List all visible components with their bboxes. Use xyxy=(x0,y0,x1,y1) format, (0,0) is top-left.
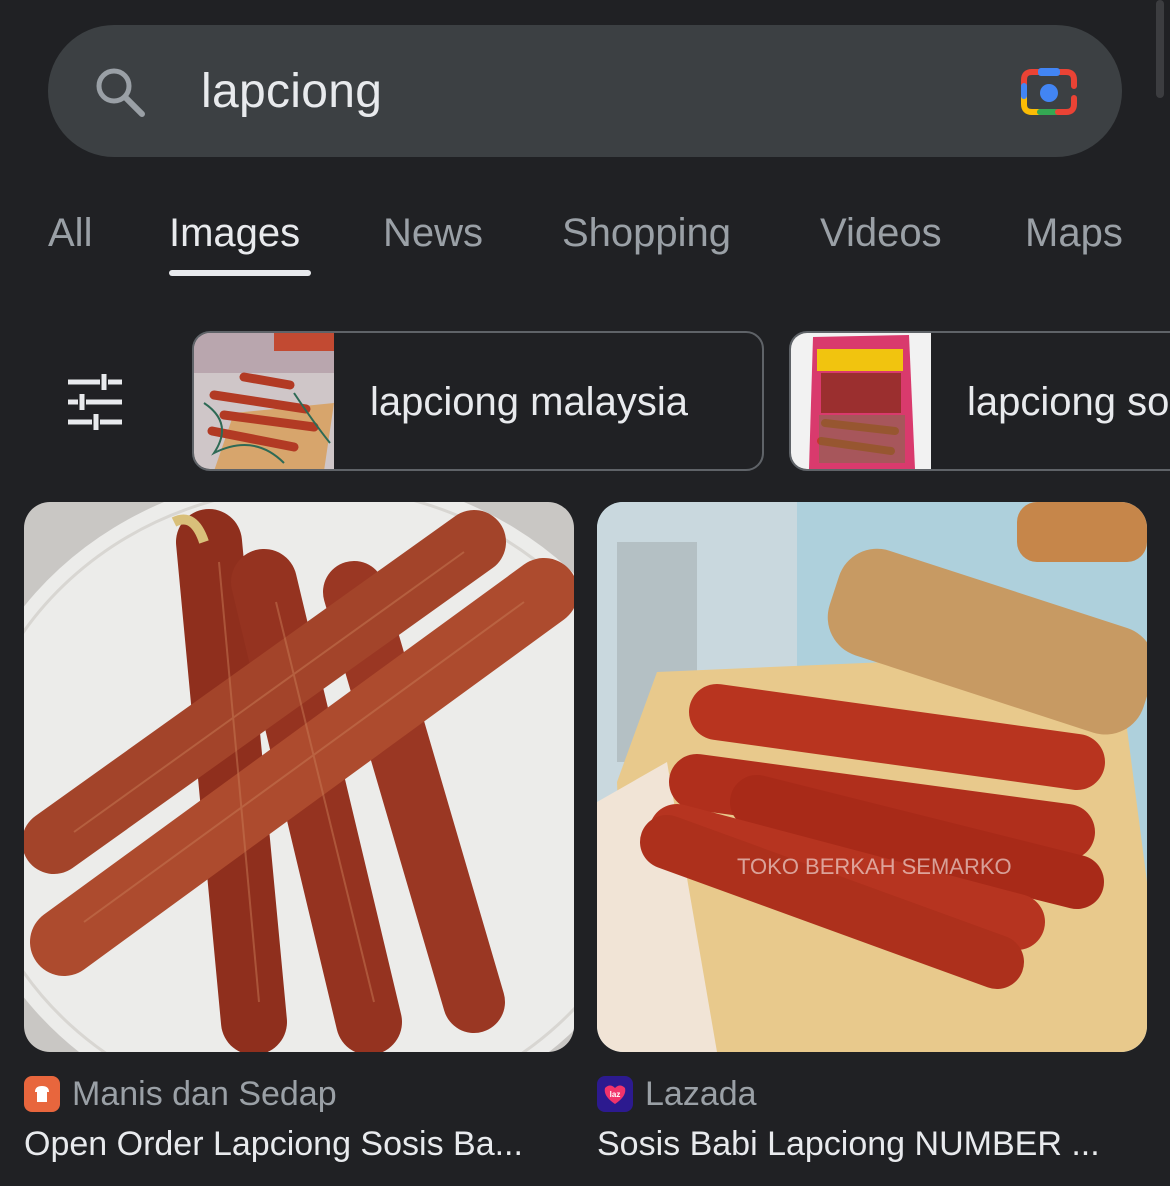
tab-videos[interactable]: Videos xyxy=(820,208,942,258)
tune-icon[interactable] xyxy=(66,372,126,432)
tab-news[interactable]: News xyxy=(383,208,483,258)
lazada-favicon-text: laz xyxy=(610,1090,621,1099)
search-tabs: All Images News Shopping Videos Maps xyxy=(0,200,1170,290)
search-icon[interactable] xyxy=(92,64,148,120)
tab-all[interactable]: All xyxy=(48,208,92,258)
source-name: Lazada xyxy=(645,1074,757,1113)
result-image[interactable] xyxy=(24,502,574,1052)
scrollbar[interactable] xyxy=(1156,0,1164,98)
result-title[interactable]: Sosis Babi Lapciong NUMBER ... xyxy=(597,1122,1137,1166)
suggestion-chip[interactable]: lapciong so xyxy=(789,331,1170,471)
google-images-page: lapciong All Images News Shopping Videos… xyxy=(0,0,1170,1186)
result-source[interactable]: Manis dan Sedap xyxy=(24,1072,337,1116)
suggestion-chip[interactable]: lapciong malaysia xyxy=(192,331,764,471)
tab-images[interactable]: Images xyxy=(169,208,300,258)
suggestion-label: lapciong malaysia xyxy=(370,380,688,424)
tab-maps[interactable]: Maps xyxy=(1025,208,1123,258)
suggestion-thumbnail xyxy=(194,333,334,469)
source-name: Manis dan Sedap xyxy=(72,1074,337,1113)
tab-shopping[interactable]: Shopping xyxy=(562,208,731,258)
result-source[interactable]: laz Lazada xyxy=(597,1072,757,1116)
result-image[interactable]: TOKO BERKAH SEMARKO xyxy=(597,502,1147,1052)
lazada-favicon-icon: laz xyxy=(597,1076,633,1112)
result-title[interactable]: Open Order Lapciong Sosis Ba... xyxy=(24,1122,564,1166)
image-watermark: TOKO BERKAH SEMARKO xyxy=(737,854,1012,879)
google-lens-icon[interactable] xyxy=(1018,64,1080,120)
manis-dan-sedap-favicon-icon xyxy=(24,1076,60,1112)
active-tab-indicator xyxy=(169,270,311,276)
search-input[interactable]: lapciong xyxy=(201,62,382,122)
suggestion-label: lapciong so xyxy=(967,380,1170,424)
suggestion-thumbnail xyxy=(791,333,931,469)
